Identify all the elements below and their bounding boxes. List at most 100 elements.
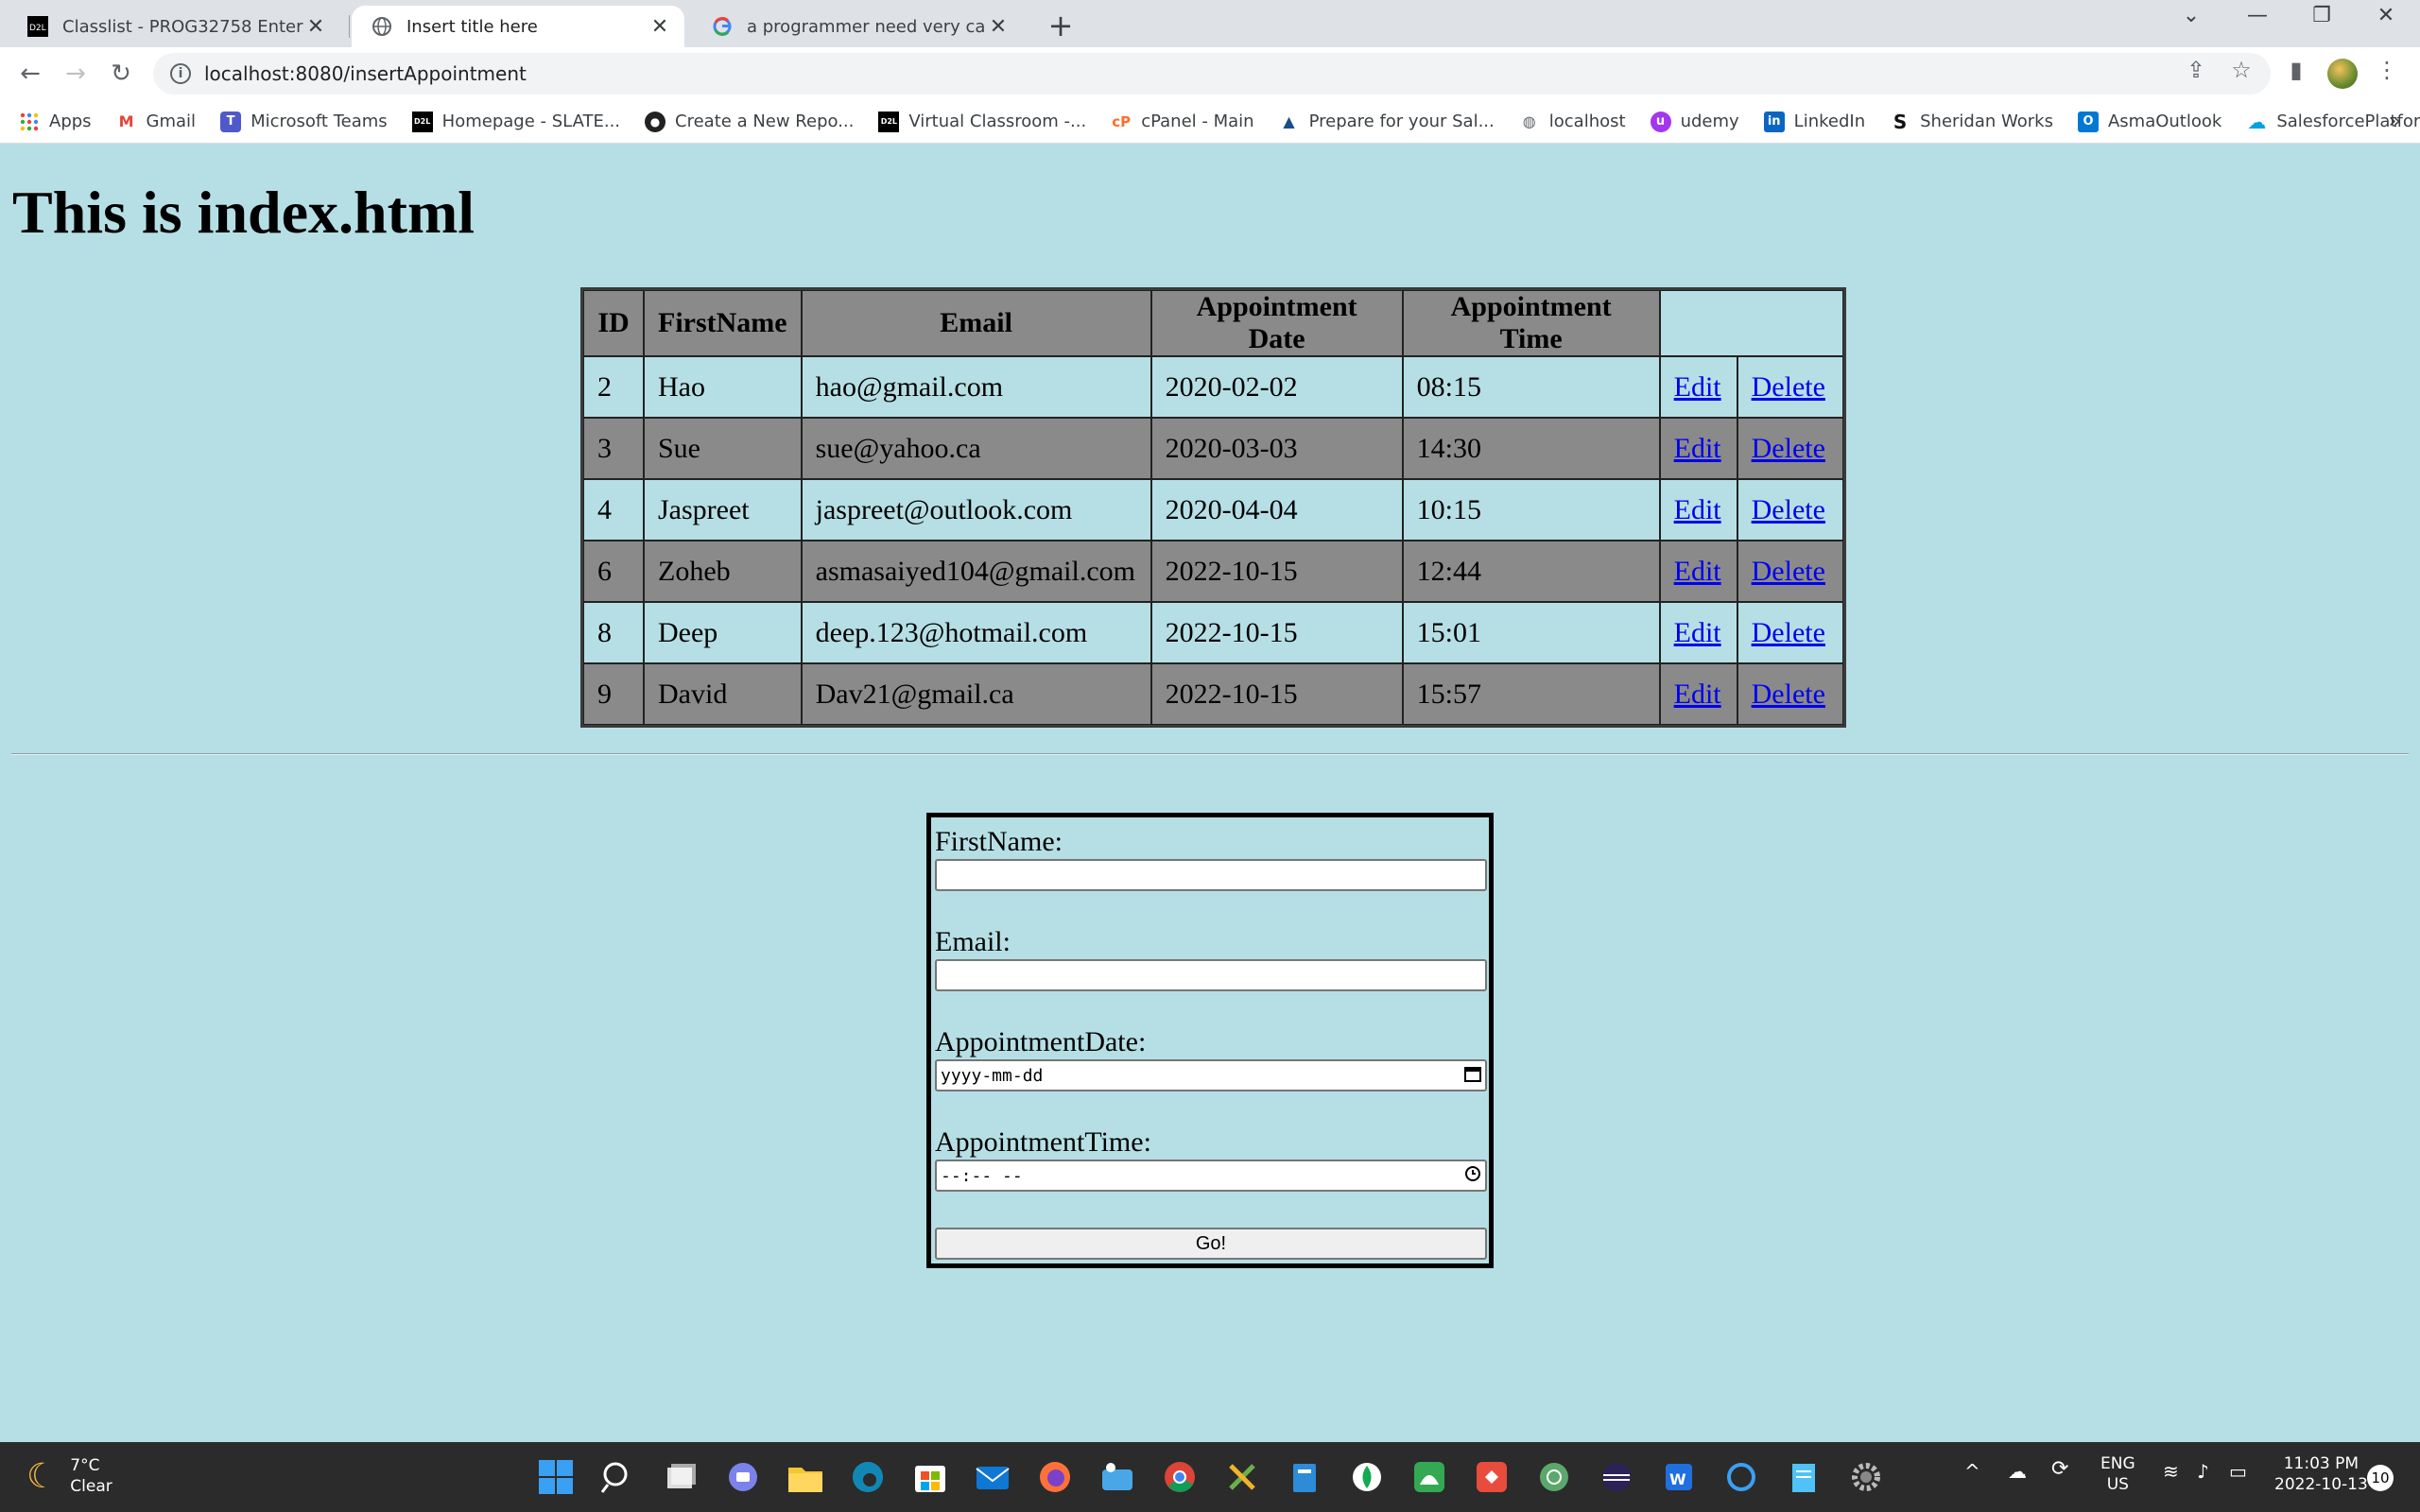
gmail-icon: M: [118, 112, 134, 130]
bookmark-localhost[interactable]: ◍ localhost: [1519, 112, 1626, 132]
language-indicator[interactable]: ENG US: [2100, 1453, 2135, 1495]
volume-icon[interactable]: ♪: [2197, 1461, 2209, 1482]
delete-link[interactable]: Delete: [1752, 679, 1825, 710]
bookmark-github[interactable]: ● Create a New Repo...: [645, 111, 854, 132]
back-arrow-icon[interactable]: ←: [11, 55, 49, 93]
bookmark-apps[interactable]: Apps: [19, 112, 92, 132]
bookmark-gmail[interactable]: M Gmail: [116, 112, 196, 132]
tab-search-chevron-icon[interactable]: ⌄: [2172, 4, 2210, 27]
new-tab-button[interactable]: +: [1045, 8, 1077, 43]
bookmarks-overflow-chevron-icon[interactable]: »: [2389, 110, 2401, 133]
sync-icon[interactable]: ⟳: [2051, 1459, 2068, 1480]
edge-icon[interactable]: [847, 1456, 889, 1498]
delete-link[interactable]: Delete: [1752, 371, 1825, 403]
notification-badge[interactable]: 10: [2367, 1465, 2394, 1491]
cpanel-icon: cP: [1112, 112, 1132, 130]
close-icon[interactable]: ✕: [987, 15, 1010, 39]
delete-link[interactable]: Delete: [1752, 617, 1825, 648]
delete-link[interactable]: Delete: [1752, 433, 1825, 464]
bookmark-virtual-classroom[interactable]: D2L Virtual Classroom -...: [878, 111, 1086, 132]
bookmark-outlook[interactable]: O AsmaOutlook: [2077, 111, 2221, 132]
chatgpt-icon[interactable]: [1533, 1456, 1575, 1498]
search-icon[interactable]: [597, 1456, 639, 1498]
app-tool-icon[interactable]: [1097, 1456, 1138, 1498]
bookmark-star-icon[interactable]: ☆: [2227, 57, 2256, 83]
horizontal-divider: [11, 753, 2409, 755]
clock-icon[interactable]: [1464, 1165, 1481, 1187]
git-app-icon[interactable]: [1471, 1456, 1512, 1498]
mongodb-icon[interactable]: [1346, 1456, 1388, 1498]
bookmark-slate[interactable]: D2L Homepage - SLATE...: [411, 111, 620, 132]
eclipse-icon[interactable]: [1596, 1456, 1637, 1498]
menu-kebab-icon[interactable]: ⋮: [2373, 57, 2401, 83]
snip-tool-icon[interactable]: [1221, 1456, 1263, 1498]
tab-google-search[interactable]: a programmer need very causeo ✕: [692, 6, 1023, 47]
onedrive-icon[interactable]: ☁: [2008, 1461, 2027, 1482]
cell-time: 15:01: [1402, 602, 1660, 663]
apps-grid-icon: [19, 112, 40, 132]
tab-classlist[interactable]: D2L Classlist - PROG32758 Enterprise ✕: [8, 6, 340, 47]
table-row: 8 Deep deep.123@hotmail.com 2022-10-15 1…: [583, 602, 1843, 663]
settings-gear-icon[interactable]: [1845, 1456, 1887, 1498]
webstorm-icon[interactable]: W: [1658, 1456, 1700, 1498]
edit-link[interactable]: Edit: [1674, 617, 1721, 648]
google-icon: [711, 15, 734, 38]
chrome-icon[interactable]: [1159, 1456, 1201, 1498]
bookmark-teams[interactable]: T Microsoft Teams: [220, 111, 388, 132]
cortana-icon[interactable]: [1720, 1456, 1762, 1498]
info-icon[interactable]: i: [170, 63, 191, 84]
appointments-table: ID FirstName Email Appointment Date Appo…: [580, 287, 1846, 728]
address-bar[interactable]: i localhost:8080/insertAppointment: [153, 53, 2271, 94]
reload-icon[interactable]: ↻: [102, 55, 140, 93]
wifi-icon[interactable]: ≋: [2163, 1461, 2179, 1482]
cell-time: 10:15: [1402, 479, 1660, 541]
cell-time: 12:44: [1402, 541, 1660, 602]
firefox-icon[interactable]: [1034, 1456, 1076, 1498]
delete-link[interactable]: Delete: [1752, 556, 1825, 587]
edit-link[interactable]: Edit: [1674, 433, 1721, 464]
edit-link[interactable]: Edit: [1674, 371, 1721, 403]
weather-widget[interactable]: ☾ 7°C Clear: [26, 1455, 112, 1497]
tab-insert-title[interactable]: Insert title here ✕: [352, 6, 684, 47]
mail-icon[interactable]: [972, 1456, 1013, 1498]
close-icon[interactable]: ✕: [304, 15, 327, 39]
task-view-icon[interactable]: [660, 1456, 701, 1498]
bookmark-sheridan[interactable]: S Sheridan Works: [1890, 111, 2053, 133]
close-icon[interactable]: ✕: [648, 15, 671, 39]
go-submit-button[interactable]: Go!: [935, 1228, 1487, 1260]
edit-link[interactable]: Edit: [1674, 556, 1721, 587]
edit-link[interactable]: Edit: [1674, 679, 1721, 710]
chat-icon[interactable]: [722, 1456, 764, 1498]
forward-arrow-icon[interactable]: →: [57, 55, 95, 93]
bookmark-prepare[interactable]: ▲ Prepare for your Sal...: [1279, 112, 1494, 132]
side-panel-icon[interactable]: ▮: [2282, 57, 2310, 83]
close-window-button[interactable]: ✕: [2367, 4, 2405, 27]
battery-icon[interactable]: ▭: [2229, 1461, 2247, 1482]
ms-store-icon[interactable]: [909, 1456, 951, 1498]
notepad-icon[interactable]: [1783, 1456, 1824, 1498]
bookmark-udemy[interactable]: u udemy: [1650, 111, 1739, 132]
email-input[interactable]: [935, 959, 1487, 991]
calendar-icon[interactable]: [1464, 1065, 1481, 1087]
app-blue-icon[interactable]: [1284, 1456, 1325, 1498]
column-header-date: Appointment Date: [1150, 290, 1403, 356]
share-icon[interactable]: ⇪: [2182, 57, 2210, 83]
minimize-button[interactable]: —: [2238, 4, 2276, 27]
file-explorer-icon[interactable]: [785, 1456, 826, 1498]
linkedin-icon: in: [1763, 111, 1785, 132]
bookmark-cpanel[interactable]: cP cPanel - Main: [1111, 112, 1253, 132]
edit-link[interactable]: Edit: [1674, 494, 1721, 525]
cell-firstname: Deep: [644, 602, 802, 663]
restore-button[interactable]: ❐: [2303, 4, 2341, 27]
clock[interactable]: 11:03 PM 2022-10-13: [2274, 1453, 2368, 1495]
profile-avatar[interactable]: [2327, 59, 2358, 89]
appointment-time-input[interactable]: --:-- --: [935, 1160, 1487, 1192]
firstname-input[interactable]: [935, 859, 1487, 891]
appointment-date-input[interactable]: yyyy-mm-dd: [935, 1059, 1487, 1091]
delete-link[interactable]: Delete: [1752, 494, 1825, 525]
chevron-up-icon[interactable]: ^: [1964, 1461, 1980, 1482]
windows-start-icon[interactable]: [535, 1456, 577, 1498]
outlook-icon: O: [2077, 111, 2099, 132]
green-app-icon[interactable]: [1409, 1456, 1450, 1498]
bookmark-linkedin[interactable]: in LinkedIn: [1763, 111, 1865, 132]
